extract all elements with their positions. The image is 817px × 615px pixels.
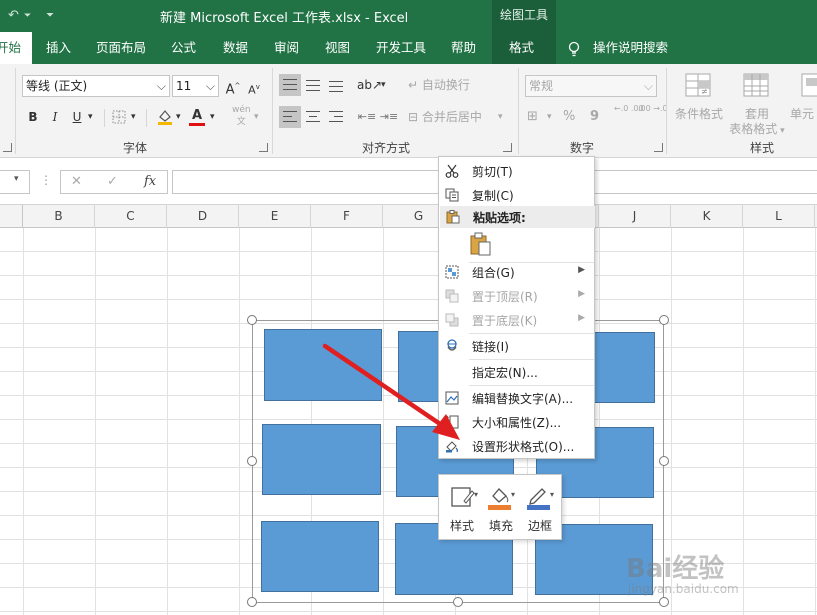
arrow-shaft — [322, 343, 449, 431]
arrow-head — [432, 414, 460, 440]
watermark-url: jingyan.baidu.com — [628, 582, 739, 596]
watermark-text: Bai经验 — [626, 554, 725, 584]
annotation-arrow — [322, 343, 460, 440]
watermark: Bai经验 jingyan.baidu.com — [626, 548, 776, 608]
